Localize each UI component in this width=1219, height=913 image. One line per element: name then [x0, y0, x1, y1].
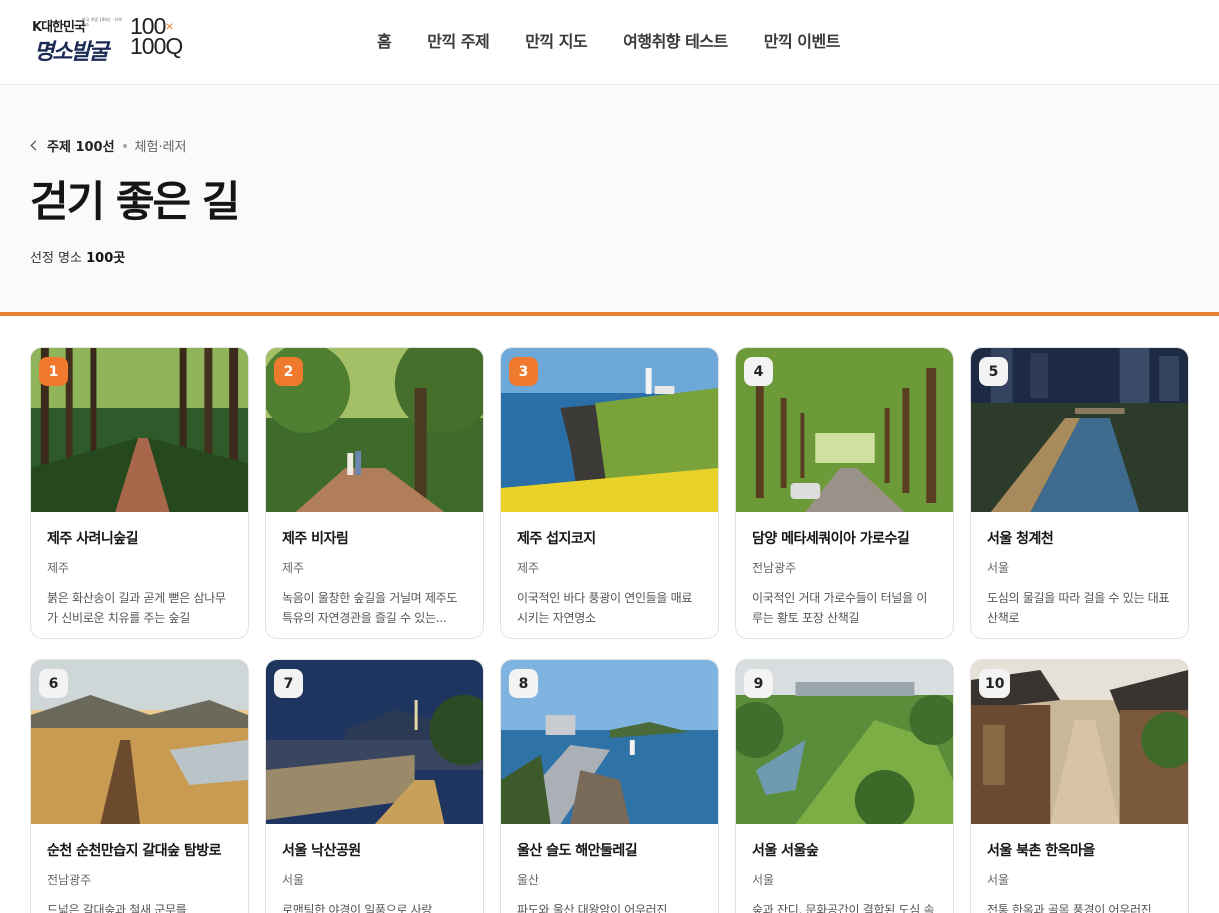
chevron-left-icon — [30, 140, 41, 151]
place-image: 10 — [971, 660, 1188, 824]
rank-badge: 7 — [274, 669, 303, 698]
place-card[interactable]: 3 제주 섭지코지 제주 이국적인 바다 풍광이 연인들을 매료시키는 자연명소 — [500, 347, 719, 639]
place-card[interactable]: 9 서울 서울숲 서울 숲과 잔디, 문화공간이 결합된 도심 속 — [735, 659, 954, 913]
place-image: 8 — [501, 660, 718, 824]
place-image: 1 — [31, 348, 248, 512]
place-region: 전남광주 — [752, 561, 797, 575]
place-card[interactable]: 8 울산 슬도 해안둘레길 울산 파도와 울산 대왕암이 어우러진 — [500, 659, 719, 913]
place-title: 순천 순천만습지 갈대숲 탐방로 — [47, 843, 222, 859]
breadcrumb-back-label: 주제 100선 — [47, 140, 115, 155]
nav-events[interactable]: 만끽 이벤트 — [764, 28, 841, 52]
rank-badge: 10 — [979, 669, 1011, 698]
place-card[interactable]: 7 서울 낙산공원 서울 로맨틱한 야경이 일품으로 사랑 — [265, 659, 484, 913]
nav-map[interactable]: 만끽 지도 — [525, 28, 587, 52]
rank-badge: 9 — [744, 669, 773, 698]
place-title: 제주 비자림 — [282, 531, 349, 547]
place-card[interactable]: 1 제주 사려니숲길 제주 붉은 화산송이 길과 곧게 뻗은 삼나무가 신비로운… — [30, 347, 249, 639]
place-image: 5 — [971, 348, 1188, 512]
place-card[interactable]: 10 서울 북촌 한옥마을 서울 전통 한옥과 골목 풍경이 어우러진 — [970, 659, 1189, 913]
place-description: 숲과 잔디, 문화공간이 결합된 도심 속 — [752, 903, 935, 913]
place-region: 제주 — [517, 561, 540, 575]
place-title: 제주 섭지코지 — [517, 531, 596, 547]
count-label: 선정 명소 — [30, 251, 82, 266]
place-description: 전통 한옥과 골목 풍경이 어우러진 — [987, 903, 1152, 913]
place-image: 2 — [266, 348, 483, 512]
place-region: 서울 — [752, 873, 775, 887]
breadcrumb-separator — [122, 143, 127, 148]
place-description: 도심의 물길을 따라 걸을 수 있는 대표 산책로 — [987, 591, 1170, 625]
place-description: 로맨틱한 야경이 일품으로 사랑 — [282, 903, 433, 913]
nav-travel-test[interactable]: 여행취향 테스트 — [623, 28, 728, 52]
place-region: 제주 — [47, 561, 70, 575]
place-region: 서울 — [987, 873, 1010, 887]
place-region: 제주 — [282, 561, 305, 575]
logo-main: K대한민국 한국 관광 100선 · 지역 명소 명소발굴 — [30, 14, 122, 65]
place-region: 서울 — [282, 873, 305, 887]
place-card[interactable]: 5 서울 청계천 서울 도심의 물길을 따라 걸을 수 있는 대표 산책로 — [970, 347, 1189, 639]
place-description: 이국적인 바다 풍광이 연인들을 매료시키는 자연명소 — [517, 591, 693, 625]
rank-badge: 1 — [39, 357, 68, 386]
place-title: 서울 북촌 한옥마을 — [987, 843, 1095, 859]
place-image: 7 — [266, 660, 483, 824]
rank-badge: 8 — [509, 669, 538, 698]
breadcrumb: 주제 100선 체험·레저 — [30, 136, 187, 155]
site-logo[interactable]: K대한민국 한국 관광 100선 · 지역 명소 명소발굴 100× 100Q — [30, 14, 200, 66]
page-title: 걷기 좋은 길 — [30, 177, 240, 226]
breadcrumb-back-link[interactable]: 주제 100선 — [30, 136, 115, 155]
selected-count: 선정 명소 100곳 — [30, 247, 125, 266]
place-image: 9 — [736, 660, 953, 824]
place-title: 서울 청계천 — [987, 531, 1054, 547]
place-description: 이국적인 거대 가로수들이 터널을 이루는 황토 포장 산책길 — [752, 591, 928, 625]
place-region: 전남광주 — [47, 873, 92, 887]
rank-badge: 3 — [509, 357, 538, 386]
count-value: 100곳 — [86, 251, 126, 266]
main-nav: 홈 만끽 주제 만끽 지도 여행취향 테스트 만끽 이벤트 — [377, 28, 876, 52]
place-description: 드넓은 갈대숲과 철새 군무를 — [47, 903, 187, 913]
place-title: 서울 서울숲 — [752, 843, 819, 859]
rank-badge: 5 — [979, 357, 1008, 386]
rank-badge: 2 — [274, 357, 303, 386]
place-image: 6 — [31, 660, 248, 824]
logo-sub-text: 한국 관광 100선 · 지역 명소 — [82, 17, 122, 27]
logo-main-text: 명소발굴 — [34, 39, 109, 65]
nav-home[interactable]: 홈 — [377, 28, 392, 52]
place-title: 울산 슬도 해안둘레길 — [517, 843, 638, 859]
site-header: K대한민국 한국 관광 100선 · 지역 명소 명소발굴 100× 100Q … — [0, 0, 1219, 85]
rank-badge: 6 — [39, 669, 68, 698]
rank-badge: 4 — [744, 357, 773, 386]
logo-top-text: K대한민국 — [32, 20, 86, 35]
place-description: 파도와 울산 대왕암이 어우러진 — [517, 903, 668, 913]
place-title: 담양 메타세쿼이아 가로수길 — [752, 531, 910, 547]
logo-x: × — [165, 18, 173, 34]
place-image: 3 — [501, 348, 718, 512]
place-description: 녹음이 울창한 숲길을 거닐며 제주도 특유의 자연경관을 즐길 수 있는... — [282, 591, 458, 625]
nav-themes[interactable]: 만끽 주제 — [427, 28, 489, 52]
place-title: 서울 낙산공원 — [282, 843, 361, 859]
place-region: 서울 — [987, 561, 1010, 575]
place-title: 제주 사려니숲길 — [47, 531, 139, 547]
place-region: 울산 — [517, 873, 540, 887]
place-image: 4 — [736, 348, 953, 512]
place-card[interactable]: 6 순천 순천만습지 갈대숲 탐방로 전남광주 드넓은 갈대숲과 철새 군무를 — [30, 659, 249, 913]
place-card[interactable]: 2 제주 비자림 제주 녹음이 울창한 숲길을 거닐며 제주도 특유의 자연경관… — [265, 347, 484, 639]
breadcrumb-category: 체험·레저 — [134, 140, 187, 155]
theme-hero: 주제 100선 체험·레저 걷기 좋은 길 선정 명소 100곳 — [0, 86, 1219, 316]
place-description: 붉은 화산송이 길과 곧게 뻗은 삼나무가 신비로운 치유를 주는 숲길 — [47, 591, 226, 625]
place-card[interactable]: 4 담양 메타세쿼이아 가로수길 전남광주 이국적인 거대 가로수들이 터널을 … — [735, 347, 954, 639]
logo-100q: 100× 100Q — [130, 15, 183, 59]
logo-q: 100Q — [130, 33, 183, 59]
